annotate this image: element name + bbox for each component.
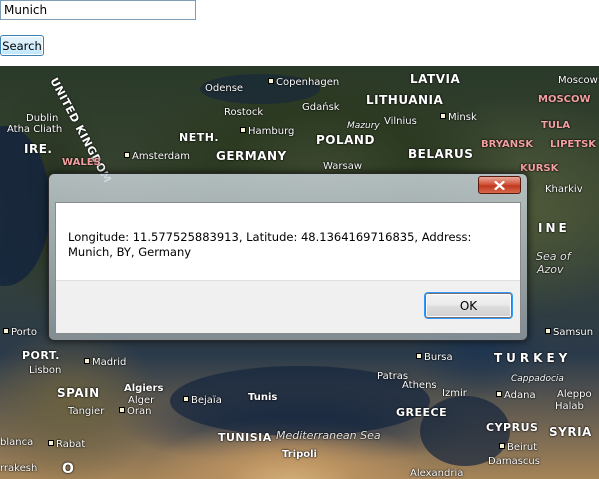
map-label-city: Vilnius	[384, 116, 417, 127]
map-label-water: Sea of	[536, 250, 571, 263]
map-label-country: LITHUANIA	[366, 93, 444, 107]
map-label-region: BRYANSK	[481, 139, 534, 150]
map-label-city: Halab	[555, 401, 584, 412]
map-label-city: Rabat	[48, 440, 85, 450]
map-label-city: Beirut	[499, 443, 537, 453]
dialog-titlebar[interactable]	[49, 174, 527, 202]
map-label-city: Bejaïa	[183, 396, 222, 406]
map-label-city: Samsun	[545, 328, 593, 338]
map-label-city: Athens	[402, 380, 437, 391]
map-label-country: SPAIN	[57, 386, 100, 400]
map-label-city: Minsk	[440, 113, 477, 123]
map-label-city: Izmir	[442, 388, 467, 399]
map-label-city: Atha Cliath	[7, 124, 63, 135]
map-label-city: Rostock	[224, 107, 264, 118]
map-label-city: Cappadocia	[511, 374, 564, 384]
map-label-city: Tunis	[248, 392, 278, 403]
dialog-content: Longitude: 11.577525883913, Latitude: 48…	[55, 202, 521, 334]
close-icon	[494, 180, 505, 190]
map-label-city: Tangier	[68, 406, 105, 417]
map-label-country: TURKEY	[494, 351, 572, 365]
map-label-country: PORT.	[22, 349, 60, 362]
map-label-country: NETH.	[179, 131, 220, 144]
search-input[interactable]	[0, 0, 196, 20]
map-label-city: Dublin	[26, 113, 59, 124]
map-label-fragment: INE	[538, 221, 570, 235]
map-label-city: Damascus	[488, 456, 540, 467]
map-label-city: Tripoli	[282, 449, 317, 460]
map-label-country: GREECE	[396, 406, 448, 419]
map-label-city: Amsterdam	[124, 152, 190, 162]
map-label-fragment: O	[62, 461, 75, 477]
application-window: Search LATVIA LITHUANIA POLAND GERMANY N…	[0, 0, 599, 479]
map-label-city: Algiers	[124, 383, 164, 394]
message-dialog: Longitude: 11.577525883913, Latitude: 48…	[48, 173, 528, 341]
ok-button[interactable]: OK	[425, 293, 512, 318]
map-label-city: Porto	[3, 328, 37, 338]
map-label-city: Alger	[128, 395, 155, 406]
map-label-region: WALES	[62, 157, 101, 168]
map-label-city: rrakesh	[0, 463, 38, 474]
map-label-country: CYPRUS	[486, 421, 539, 434]
map-label-city: Aleppo	[557, 389, 592, 400]
map-label-city: Moscow	[558, 75, 598, 86]
map-label-country: SYRIA	[549, 425, 592, 439]
map-label-city: Adana	[496, 391, 536, 401]
map-label-city: Oran	[119, 407, 151, 417]
map-label-city: Bursa	[416, 353, 453, 363]
map-label-city: Lisbon	[29, 365, 62, 376]
map-label-country: GERMANY	[216, 149, 287, 163]
map-label-country: TUNISIA	[218, 431, 272, 444]
map-label-city: Gdańsk	[302, 102, 340, 113]
map-label-city: Hamburg	[240, 127, 294, 137]
map-label-city: Kharkiv	[545, 184, 583, 195]
close-button[interactable]	[478, 176, 521, 194]
dialog-message: Longitude: 11.577525883913, Latitude: 48…	[68, 230, 472, 259]
map-label-city: Azov	[537, 263, 564, 276]
map-label-country: IRE.	[24, 142, 53, 156]
map-label-region: MOSCOW	[538, 94, 591, 105]
map-label-region: TULA	[541, 120, 571, 131]
search-button[interactable]: Search	[0, 35, 44, 56]
map-label-city: Madrid	[84, 358, 126, 368]
map-label-city: Alexandria	[410, 468, 464, 479]
map-label-city: Warsaw	[323, 161, 363, 172]
map-label-water: Mediterranean Sea	[276, 429, 381, 442]
map-label-city: Odense	[205, 83, 244, 94]
map-label-country: LATVIA	[410, 72, 461, 86]
map-label-country: POLAND	[316, 133, 375, 147]
map-label-region: KURSK	[520, 163, 559, 174]
map-label-city: Mazury	[347, 121, 380, 131]
dialog-footer: OK	[56, 280, 520, 333]
map-label-city: Copenhagen	[268, 78, 339, 88]
map-label-region: LIPETSK	[550, 139, 597, 150]
map-label-city: blanca	[0, 437, 34, 448]
map-label-country: BELARUS	[408, 147, 474, 161]
